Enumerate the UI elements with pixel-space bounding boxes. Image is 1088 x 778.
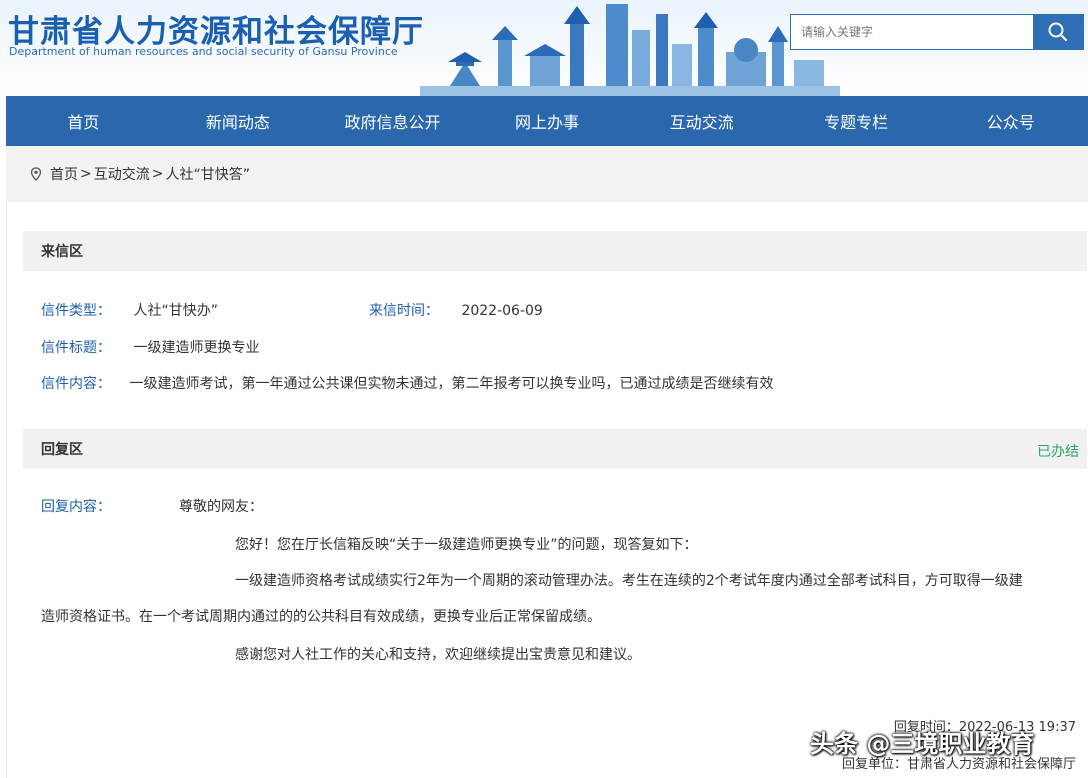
- breadcrumb-separator: >: [151, 166, 164, 182]
- reply-content-row: 回复内容：: [41, 496, 111, 516]
- letter-time-label: 来信时间：: [369, 303, 439, 319]
- letter-subject-row: 信件标题： 一级建造师更换专业: [41, 337, 259, 357]
- nav-item-news[interactable]: 新闻动态: [161, 96, 316, 146]
- nav-item-online-services[interactable]: 网上办事: [470, 96, 625, 146]
- nav-item-official-account[interactable]: 公众号: [933, 96, 1088, 146]
- letter-content-label: 信件内容：: [41, 376, 111, 392]
- breadcrumb-current[interactable]: 人社“甘快答”: [165, 164, 250, 184]
- letter-content-row: 信件内容： 一级建造师考试，第一年通过公共课但实物未通过，第二年报考可以换专业吗…: [41, 373, 773, 393]
- nav-item-home[interactable]: 首页: [6, 96, 161, 146]
- search-box: [790, 14, 1084, 50]
- breadcrumb-home[interactable]: 首页: [50, 164, 78, 184]
- breadcrumb-interaction[interactable]: 互动交流: [94, 164, 150, 184]
- search-input[interactable]: [791, 15, 1033, 49]
- letter-section-header: 来信区: [23, 231, 1087, 271]
- letter-time-row: 来信时间： 2022-06-09: [369, 300, 543, 320]
- breadcrumb: 首页 > 互动交流 > 人社“甘快答”: [6, 146, 1088, 202]
- nav-item-gov-info[interactable]: 政府信息公开: [315, 96, 470, 146]
- main-nav: 首页 新闻动态 政府信息公开 网上办事 互动交流 专题专栏 公众号: [6, 96, 1088, 146]
- letter-content-value: 一级建造师考试，第一年通过公共课但实物未通过，第二年报考可以换专业吗，已通过成绩…: [129, 376, 774, 392]
- letter-time-value: 2022-06-09: [461, 303, 543, 319]
- reply-section-title: 回复区: [41, 442, 83, 458]
- status-badge: 已办结: [1037, 444, 1079, 460]
- letter-type-value: 人社“甘快办”: [133, 303, 218, 319]
- reply-paragraph-2-line-1: 一级建造师资格考试成绩实行2年为一个周期的滚动管理办法。考生在连续的2个考试年度…: [235, 573, 1023, 589]
- reply-content-label: 回复内容：: [41, 499, 111, 515]
- letter-type-label: 信件类型：: [41, 303, 111, 319]
- site-subtitle: Department of human resources and social…: [9, 45, 398, 58]
- reply-paragraph-2-line-2: 造师资格证书。在一个考试周期内通过的的公共科目有效成绩，更换专业后正常保留成绩。: [41, 609, 601, 625]
- letter-type-row: 信件类型： 人社“甘快办”: [41, 300, 218, 320]
- nav-item-interaction[interactable]: 互动交流: [624, 96, 779, 146]
- letter-detail: 来信区 信件类型： 人社“甘快办” 来信时间： 2022-06-09 信件标题：…: [6, 202, 1088, 778]
- nav-item-special-topics[interactable]: 专题专栏: [779, 96, 934, 146]
- watermark: 头条 @三境职业教育: [810, 730, 1035, 758]
- location-pin-icon: [30, 167, 42, 181]
- search-button[interactable]: [1033, 15, 1083, 49]
- breadcrumb-separator: >: [80, 166, 92, 182]
- reply-paragraph-3: 感谢您对人社工作的关心和支持，欢迎继续提出宝贵意见和建议。: [235, 647, 641, 663]
- reply-section-header: 回复区 已办结: [23, 429, 1087, 469]
- site-header: 甘肃省人力资源和社会保障厅 Department of human resour…: [0, 0, 1088, 96]
- city-skyline-illustration: [420, 4, 840, 96]
- letter-subject-value: 一级建造师更换专业: [133, 340, 260, 356]
- reply-salutation: 尊敬的网友：: [179, 499, 263, 515]
- search-icon: [1048, 22, 1068, 42]
- letter-subject-label: 信件标题：: [41, 340, 111, 356]
- letter-section-title: 来信区: [41, 244, 83, 260]
- reply-paragraph-1: 您好！您在厅长信箱反映“关于一级建造师更换专业”的问题，现答复如下：: [235, 537, 698, 553]
